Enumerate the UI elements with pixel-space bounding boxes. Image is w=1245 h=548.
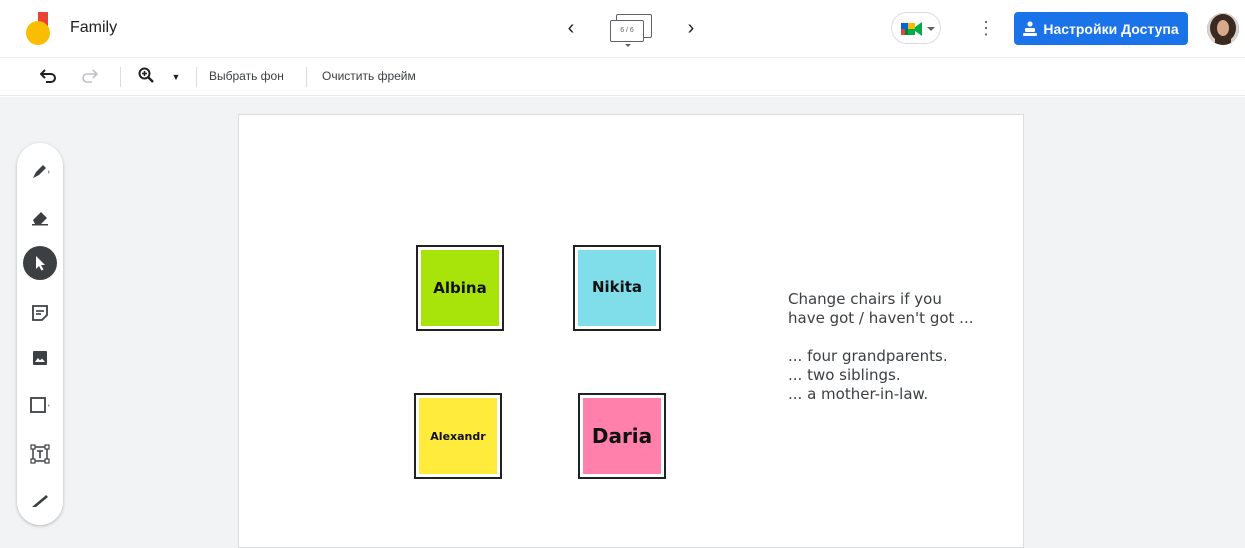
- document-title[interactable]: Family: [70, 19, 117, 37]
- divider: [306, 67, 307, 87]
- activity-instructions[interactable]: Change chairs if you have got / haven't …: [788, 290, 973, 404]
- instruction-item: ... four grandparents.: [788, 347, 948, 365]
- undo-button[interactable]: [38, 67, 58, 87]
- image-icon: [33, 351, 47, 365]
- pen-tool[interactable]: [28, 159, 52, 183]
- select-icon: [36, 256, 45, 271]
- frame-counter: 6 / 6: [610, 20, 644, 42]
- divider: [120, 67, 121, 87]
- lock-person-icon: [1023, 20, 1038, 36]
- meet-button[interactable]: [891, 12, 941, 44]
- redo-icon: [82, 69, 99, 83]
- sticky-note-icon: [32, 305, 48, 321]
- meet-icon: [901, 22, 922, 36]
- sticky-note-nikita[interactable]: Nikita: [573, 245, 661, 331]
- zoom-button[interactable]: [136, 67, 156, 87]
- redo-button[interactable]: [80, 67, 100, 87]
- sticky-note-label: Daria: [583, 398, 661, 474]
- divider: [196, 67, 197, 87]
- chevron-down-icon: [625, 44, 631, 47]
- sticky-note-alexandr[interactable]: Alexandr: [414, 393, 502, 479]
- frame-bar-toggle[interactable]: 6 / 6: [610, 14, 652, 47]
- clear-frame-button[interactable]: Очистить фрейм: [322, 69, 416, 83]
- sticky-note-label: Nikita: [578, 250, 656, 326]
- tool-palette: [17, 143, 63, 525]
- previous-frame-button[interactable]: ‹: [556, 13, 586, 43]
- instruction-line: have got / haven't got ...: [788, 309, 974, 327]
- laser-tool[interactable]: [28, 489, 52, 513]
- sticky-note-label: Alexandr: [419, 398, 497, 474]
- laser-icon: [32, 495, 48, 507]
- select-tool[interactable]: [23, 246, 57, 280]
- edit-toolbar: ▼ Выбрать фон Очистить фрейм: [0, 58, 1245, 96]
- undo-icon: [39, 69, 56, 83]
- text-box-tool[interactable]: [28, 442, 52, 466]
- sticky-note-daria[interactable]: Daria: [578, 393, 666, 479]
- image-tool[interactable]: [28, 346, 52, 370]
- user-avatar[interactable]: [1207, 13, 1239, 45]
- jamboard-logo[interactable]: [26, 12, 52, 46]
- instruction-item: ... two siblings.: [788, 366, 901, 384]
- more-options-button[interactable]: ⋮: [976, 14, 996, 42]
- zoom-in-icon: [138, 67, 154, 83]
- sticky-note-label: Albina: [421, 250, 499, 326]
- top-bar: Family ‹ 6 / 6 › ⋮ Настройки Доступа: [0, 0, 1245, 58]
- share-button-label: Настройки Доступа: [1043, 20, 1179, 37]
- shape-tool[interactable]: [28, 393, 52, 417]
- eraser-tool[interactable]: [28, 205, 52, 229]
- share-button[interactable]: Настройки Доступа: [1014, 12, 1188, 45]
- zoom-dropdown-icon[interactable]: ▼: [166, 67, 186, 87]
- chevron-down-icon: [927, 27, 935, 31]
- shape-icon: [30, 397, 50, 413]
- pen-icon: [33, 165, 50, 178]
- sticky-note-albina[interactable]: Albina: [416, 245, 504, 331]
- instruction-item: ... a mother-in-law.: [788, 385, 929, 403]
- sticky-note-tool[interactable]: [28, 301, 52, 325]
- text-box-icon: [30, 444, 50, 464]
- instruction-line: Change chairs if you: [788, 290, 942, 308]
- choose-background-button[interactable]: Выбрать фон: [209, 69, 284, 83]
- next-frame-button[interactable]: ›: [676, 13, 706, 43]
- eraser-icon: [32, 212, 48, 226]
